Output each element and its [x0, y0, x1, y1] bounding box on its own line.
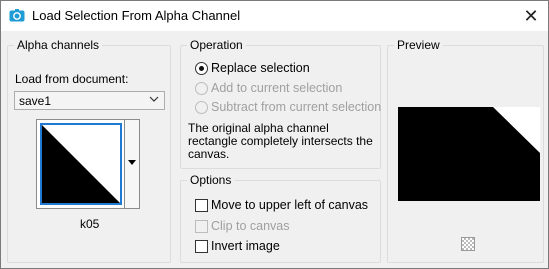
app-icon	[9, 9, 25, 22]
document-select-value: save1	[19, 94, 52, 108]
window-title: Load Selection From Alpha Channel	[32, 8, 241, 23]
clip-to-canvas-checkbox[interactable]	[195, 220, 208, 233]
move-upper-left-label[interactable]: Move to upper left of canvas	[211, 198, 368, 212]
chevron-down-icon	[149, 96, 159, 102]
close-icon: ✕	[523, 5, 539, 26]
invert-image-checkbox[interactable]	[195, 240, 208, 253]
dropdown-arrow-icon	[128, 160, 136, 165]
dialog-window: Load Selection From Alpha Channel ✕ Alph…	[0, 0, 549, 269]
add-selection-radio[interactable]	[195, 82, 208, 95]
title-bar: Load Selection From Alpha Channel ✕	[1, 1, 548, 31]
preview-image	[493, 107, 540, 153]
transparency-checker-icon[interactable]	[461, 237, 475, 251]
channel-dropdown-button[interactable]	[124, 119, 140, 209]
options-legend: Options	[187, 173, 235, 187]
intersection-note: The original alpha channel rectangle com…	[188, 122, 378, 161]
alpha-channels-legend: Alpha channels	[14, 38, 103, 52]
document-select[interactable]: save1	[14, 91, 165, 110]
subtract-selection-label[interactable]: Subtract from current selection	[211, 100, 381, 114]
move-upper-left-checkbox[interactable]	[195, 199, 208, 212]
invert-image-label[interactable]: Invert image	[211, 239, 280, 253]
load-from-label: Load from document:	[15, 72, 129, 86]
clip-to-canvas-label[interactable]: Clip to canvas	[211, 219, 290, 233]
close-button[interactable]: ✕	[514, 1, 548, 31]
note-line-3: canvas.	[188, 147, 230, 161]
channel-thumbnail-frame[interactable]	[36, 119, 126, 209]
add-selection-label[interactable]: Add to current selection	[211, 81, 342, 95]
radio-selected-dot	[199, 66, 204, 71]
subtract-selection-radio[interactable]	[195, 101, 208, 114]
preview-legend: Preview	[394, 38, 443, 52]
replace-selection-label[interactable]: Replace selection	[211, 61, 310, 75]
channel-name: k05	[80, 217, 100, 231]
channel-thumbnail	[40, 123, 122, 205]
channel-thumbnail-image	[42, 125, 120, 203]
operation-legend: Operation	[187, 38, 246, 52]
replace-selection-radio[interactable]	[195, 62, 208, 75]
preview-canvas	[398, 107, 540, 201]
